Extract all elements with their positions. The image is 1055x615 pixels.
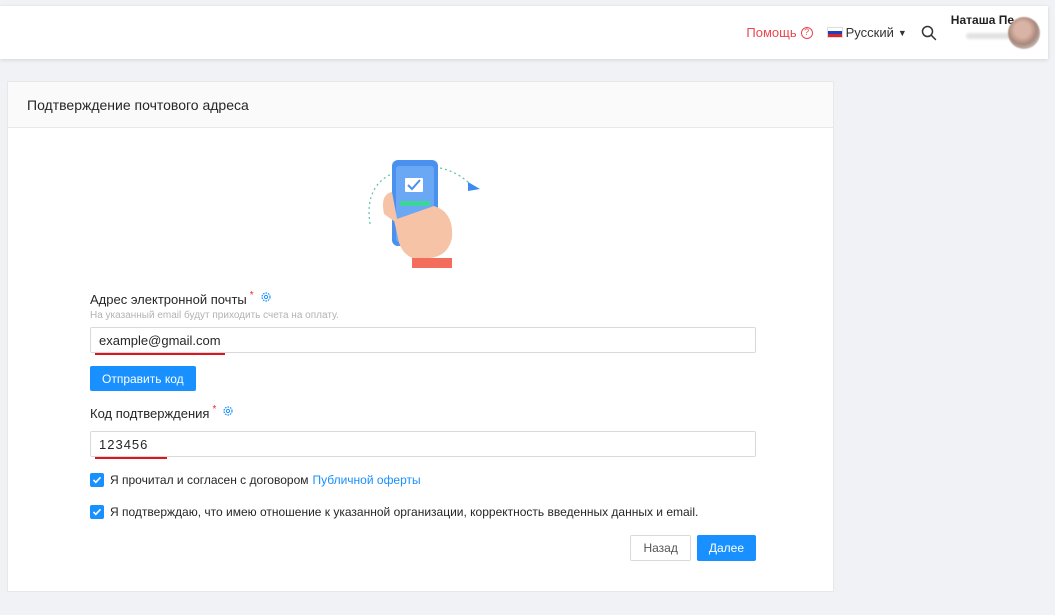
back-button[interactable]: Назад bbox=[630, 535, 691, 561]
public-offer-link[interactable]: Публичной оферты bbox=[313, 473, 421, 487]
agree-org-row: Я подтверждаю, что имею отношение к указ… bbox=[90, 505, 756, 519]
avatar[interactable] bbox=[1008, 16, 1040, 49]
agree-offer-text: Я прочитал и согласен с договором bbox=[110, 473, 309, 487]
email-label-row: Адрес электронной почты * bbox=[90, 290, 756, 307]
russia-flag-icon bbox=[826, 27, 843, 38]
user-info: Наташа Пе bbox=[951, 13, 1014, 39]
code-value: 123456 bbox=[99, 437, 149, 452]
language-label: Русский bbox=[845, 25, 894, 40]
search-icon[interactable] bbox=[921, 25, 937, 41]
caret-down-icon: ▼ bbox=[897, 27, 907, 38]
required-mark: * bbox=[212, 404, 217, 415]
header-actions: Помощь ? Русский ▼ Наташа Пе bbox=[746, 6, 1040, 59]
top-header: Помощь ? Русский ▼ Наташа Пе bbox=[0, 6, 1048, 59]
annotation-underline bbox=[95, 353, 225, 355]
help-link[interactable]: Помощь ? bbox=[746, 25, 813, 40]
annotation-underline bbox=[95, 457, 167, 459]
next-button[interactable]: Далее bbox=[696, 535, 756, 561]
check-icon bbox=[92, 476, 102, 484]
card-title: Подтверждение почтового адреса bbox=[8, 82, 833, 128]
language-selector[interactable]: Русский ▼ bbox=[826, 25, 907, 40]
help-label: Помощь bbox=[746, 25, 797, 40]
user-menu[interactable]: Наташа Пе bbox=[951, 13, 1040, 49]
email-label: Адрес электронной почты bbox=[90, 292, 247, 307]
agree-offer-checkbox[interactable] bbox=[90, 473, 104, 487]
agree-offer-row: Я прочитал и согласен с договором Публич… bbox=[90, 473, 756, 487]
question-circle-icon: ? bbox=[800, 26, 813, 39]
user-name: Наташа Пе bbox=[950, 12, 1014, 27]
required-mark: * bbox=[249, 290, 254, 301]
code-input[interactable]: 123456 bbox=[90, 431, 756, 459]
check-icon bbox=[92, 508, 102, 516]
confirmation-form: Адрес электронной почты * На указанный e… bbox=[90, 290, 756, 561]
user-subtitle-blurred bbox=[966, 32, 1014, 39]
form-actions: Назад Далее bbox=[90, 535, 756, 561]
gear-icon[interactable] bbox=[260, 291, 272, 303]
gear-icon[interactable] bbox=[222, 405, 234, 417]
email-hint: На указанный email будут приходить счета… bbox=[90, 310, 339, 321]
code-label: Код подтверждения bbox=[90, 406, 210, 421]
email-value: example@gmail.com bbox=[99, 333, 221, 348]
agree-org-checkbox[interactable] bbox=[90, 505, 104, 519]
email-input[interactable]: example@gmail.com bbox=[90, 327, 756, 355]
email-confirmation-card: Подтверждение почтового адреса Адрес эле… bbox=[7, 81, 834, 592]
phone-confirmation-illustration bbox=[368, 160, 480, 268]
code-label-row: Код подтверждения * bbox=[90, 404, 756, 421]
agree-org-text: Я подтверждаю, что имею отношение к указ… bbox=[110, 505, 699, 519]
send-code-button[interactable]: Отправить код bbox=[90, 366, 196, 391]
